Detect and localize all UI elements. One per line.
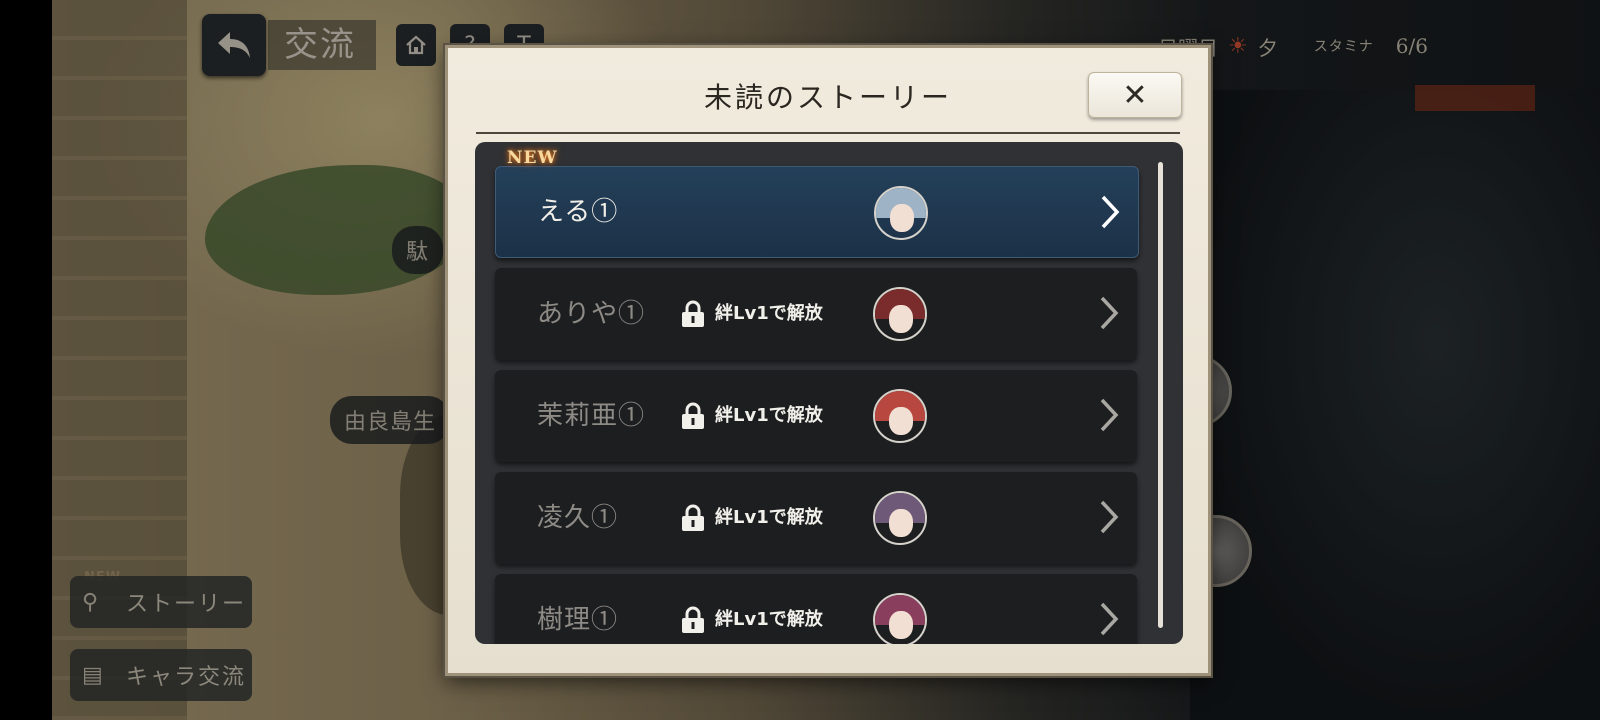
lock-icon (682, 300, 704, 327)
close-icon: ✕ (1122, 77, 1148, 113)
avatar-face (889, 611, 913, 639)
scrollbar[interactable] (1158, 162, 1163, 628)
avatar-face (889, 509, 913, 537)
story-name: ありや① (537, 299, 646, 329)
chevron-right-icon (1100, 398, 1119, 432)
unlock-requirement: 絆Lv1で解放 (715, 405, 823, 426)
story-name: 茉莉亜① (537, 401, 646, 431)
chevron-right-icon (1101, 195, 1120, 229)
story-row[interactable]: える① (495, 166, 1139, 258)
close-button[interactable]: ✕ (1088, 72, 1182, 118)
character-avatar (874, 186, 928, 240)
story-row[interactable]: 茉莉亜① 絆Lv1で解放 (495, 370, 1137, 462)
lock-icon (682, 504, 704, 531)
chevron-right-icon (1100, 500, 1119, 534)
chevron-right-icon (1100, 602, 1119, 636)
chevron-right-icon (1100, 296, 1119, 330)
avatar-face (889, 407, 913, 435)
story-name: える① (538, 197, 619, 227)
unlock-requirement: 絆Lv1で解放 (715, 507, 823, 528)
character-avatar (873, 389, 927, 443)
new-badge: NEW (507, 148, 558, 168)
character-avatar (873, 593, 927, 644)
story-row[interactable]: ありや① 絆Lv1で解放 (495, 268, 1137, 360)
lock-icon (682, 402, 704, 429)
character-avatar (873, 491, 927, 545)
story-row[interactable]: 凌久① 絆Lv1で解放 (495, 472, 1137, 564)
story-list[interactable]: える① NEW ありや① 絆Lv1で解放 茉莉亜① 絆Lv1で解放 凌久① 絆L… (475, 142, 1183, 644)
story-name: 樹理① (537, 605, 619, 635)
avatar-face (890, 204, 914, 232)
story-row[interactable]: 樹理① 絆Lv1で解放 (495, 574, 1137, 644)
unlock-requirement: 絆Lv1で解放 (715, 303, 823, 324)
title-divider (476, 132, 1180, 134)
character-avatar (873, 287, 927, 341)
avatar-face (889, 305, 913, 333)
unlock-requirement: 絆Lv1で解放 (715, 609, 823, 630)
unread-stories-dialog: 未読のストーリー ✕ える① NEW ありや① 絆Lv1で解放 茉莉亜① 絆Lv… (445, 45, 1211, 676)
story-name: 凌久① (537, 503, 619, 533)
lock-icon (682, 606, 704, 633)
